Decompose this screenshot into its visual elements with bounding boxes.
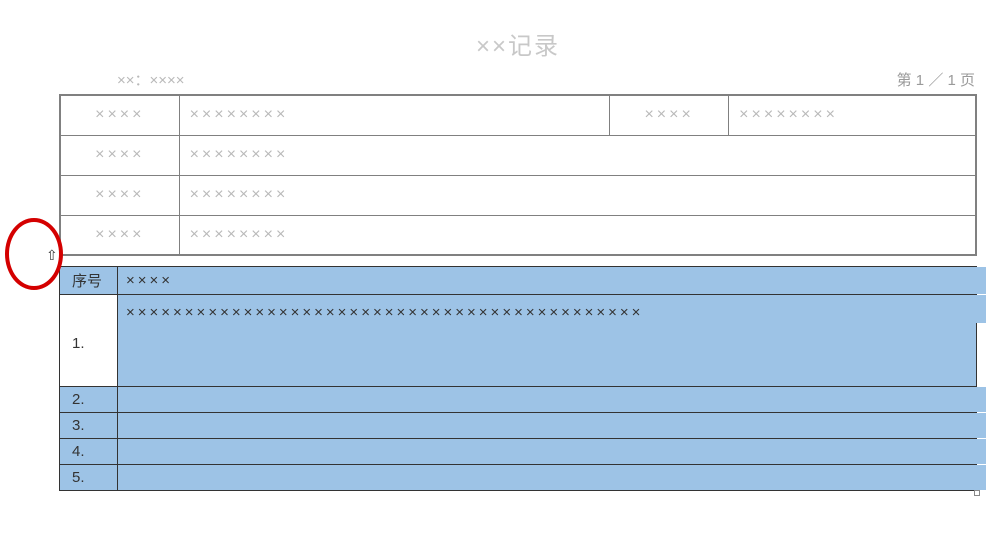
row-content[interactable] — [118, 413, 977, 439]
row-num[interactable]: 3. — [60, 413, 118, 439]
cell-value[interactable]: ×××××××× — [729, 95, 976, 135]
cursor-icon — [48, 248, 58, 262]
table-row[interactable]: ×××× ×××××××× — [60, 135, 976, 175]
selection-marker — [976, 387, 986, 412]
annotation-circle — [5, 218, 63, 290]
cell-value[interactable]: ×××××××× — [179, 95, 610, 135]
header-content[interactable]: ×××× — [118, 267, 977, 295]
cell-label[interactable]: ×××× — [60, 215, 179, 255]
row-content-text: ××××××××××××××××××××××××××××××××××××××××… — [126, 304, 643, 321]
selection-marker — [976, 295, 986, 323]
row-content[interactable] — [118, 465, 977, 491]
header-row: ××：×××× 第 1 ／ 1 页 — [59, 69, 977, 94]
page-indicator: 第 1 ／ 1 页 — [897, 69, 975, 90]
cell-value[interactable]: ×××××××× — [179, 135, 976, 175]
selection-marker — [976, 439, 986, 464]
header-content-text: ×××× — [126, 272, 173, 289]
selection-marker — [976, 413, 986, 438]
cell-label[interactable]: ×××× — [60, 95, 179, 135]
row-content[interactable] — [118, 387, 977, 413]
cell-value[interactable]: ×××××××× — [179, 175, 976, 215]
row-num[interactable]: 4. — [60, 439, 118, 465]
row-content[interactable]: ××××××××××××××××××××××××××××××××××××××××… — [118, 295, 977, 387]
cell-label[interactable]: ×××× — [610, 95, 729, 135]
bottom-table-wrapper: 序号 ×××× 1. ×××××××××××××××××××××××××××××… — [59, 266, 977, 491]
table-row[interactable]: 1. ×××××××××××××××××××××××××××××××××××××… — [60, 295, 977, 387]
selection-marker — [976, 267, 986, 294]
row-num[interactable]: 1. — [60, 295, 118, 387]
table-row[interactable]: 2. — [60, 387, 977, 413]
table-row[interactable]: 3. — [60, 413, 977, 439]
header-left-text: ××：×××× — [117, 69, 185, 90]
document-page: ××记录 ××：×××× 第 1 ／ 1 页 ×××× ×××××××× ×××… — [59, 26, 977, 491]
table-row[interactable]: ×××× ×××××××× — [60, 175, 976, 215]
table-row[interactable]: ×××× ×××××××× — [60, 215, 976, 255]
cell-value[interactable]: ×××××××× — [179, 215, 976, 255]
list-table[interactable]: 序号 ×××× 1. ×××××××××××××××××××××××××××××… — [59, 266, 977, 491]
selection-marker — [976, 465, 986, 490]
cell-label[interactable]: ×××× — [60, 135, 179, 175]
table-row[interactable]: 4. — [60, 439, 977, 465]
resize-handle-icon[interactable] — [974, 490, 980, 496]
page-title: ××记录 — [59, 26, 977, 61]
table-row[interactable]: 5. — [60, 465, 977, 491]
cell-label[interactable]: ×××× — [60, 175, 179, 215]
row-num[interactable]: 2. — [60, 387, 118, 413]
table-header-row[interactable]: 序号 ×××× — [60, 267, 977, 295]
header-num[interactable]: 序号 — [60, 267, 118, 295]
row-content[interactable] — [118, 439, 977, 465]
table-row[interactable]: ×××× ×××××××× ×××× ×××××××× — [60, 95, 976, 135]
info-table[interactable]: ×××× ×××××××× ×××× ×××××××× ×××× ×××××××… — [59, 94, 977, 256]
row-num[interactable]: 5. — [60, 465, 118, 491]
